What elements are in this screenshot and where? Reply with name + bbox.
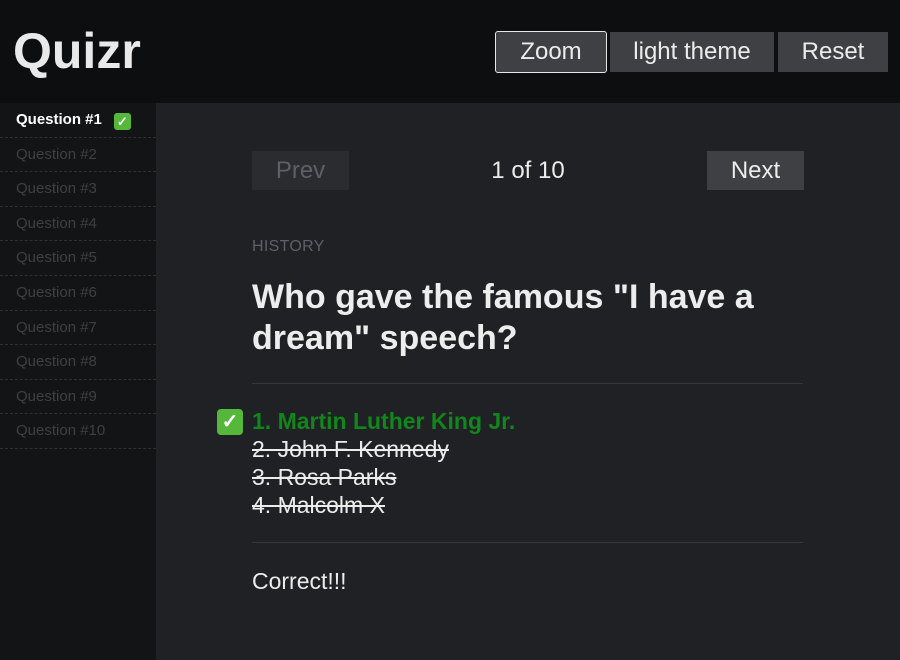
sidebar-item-question-6[interactable]: Question #6 — [0, 276, 156, 311]
sidebar-item-question-3[interactable]: Question #3 — [0, 172, 156, 207]
sidebar-item-question-9[interactable]: Question #9 — [0, 380, 156, 415]
theme-toggle-button[interactable]: light theme — [610, 32, 774, 72]
check-icon: ✓ — [217, 409, 243, 435]
sidebar-item-label: Question #4 — [16, 214, 97, 232]
sidebar-item-question-7[interactable]: Question #7 — [0, 311, 156, 346]
sidebar-item-label: Question #10 — [16, 422, 106, 440]
sidebar-item-label: Question #1 — [16, 111, 102, 128]
sidebar-item-question-5[interactable]: Question #5 — [0, 241, 156, 276]
sidebar-item-label: Question #7 — [16, 318, 97, 336]
question-category: HISTORY — [252, 238, 325, 255]
answer-option-3[interactable]: 3. Rosa Parks — [252, 463, 515, 491]
sidebar-item-label: Question #8 — [16, 353, 97, 371]
prev-button[interactable]: Prev — [252, 151, 349, 190]
check-icon: ✓ — [113, 113, 131, 130]
sidebar-item-label: Question #6 — [16, 283, 97, 301]
question-text: Who gave the famous "I have a dream" spe… — [252, 278, 754, 357]
sidebar-item-label: Question #3 — [16, 180, 97, 198]
answer-option-1[interactable]: ✓ 1. Martin Luther King Jr. — [217, 407, 516, 435]
question-counter: 1 of 10 — [491, 157, 565, 184]
answer-label: 1. Martin Luther King Jr. — [252, 408, 516, 434]
divider — [252, 383, 803, 384]
sidebar-item-label: Question #9 — [16, 387, 97, 405]
result-message: Correct!!! — [252, 568, 347, 594]
answer-list: ✓ 1. Martin Luther King Jr. 2. John F. K… — [217, 407, 516, 519]
app-header: Quizr Zoom light theme Reset — [0, 0, 900, 103]
sidebar-item-question-4[interactable]: Question #4 — [0, 207, 156, 242]
sidebar-item-question-2[interactable]: Question #2 — [0, 138, 156, 173]
reset-button[interactable]: Reset — [778, 32, 888, 72]
divider — [252, 542, 803, 543]
question-sidebar: Question #1 ✓ Question #2 Question #3 Que… — [0, 103, 156, 660]
answer-option-2[interactable]: 2. John F. Kennedy — [252, 435, 515, 463]
app-logo: Quizr — [13, 23, 141, 79]
sidebar-item-question-8[interactable]: Question #8 — [0, 345, 156, 380]
sidebar-item-label: Question #2 — [16, 145, 97, 163]
zoom-button[interactable]: Zoom — [495, 31, 607, 73]
sidebar-item-question-1[interactable]: Question #1 ✓ — [0, 103, 156, 138]
sidebar-item-question-10[interactable]: Question #10 — [0, 414, 156, 449]
sidebar-item-label: Question #5 — [16, 249, 97, 267]
answer-option-4[interactable]: 4. Malcolm X — [252, 491, 515, 519]
next-button[interactable]: Next — [707, 151, 804, 190]
